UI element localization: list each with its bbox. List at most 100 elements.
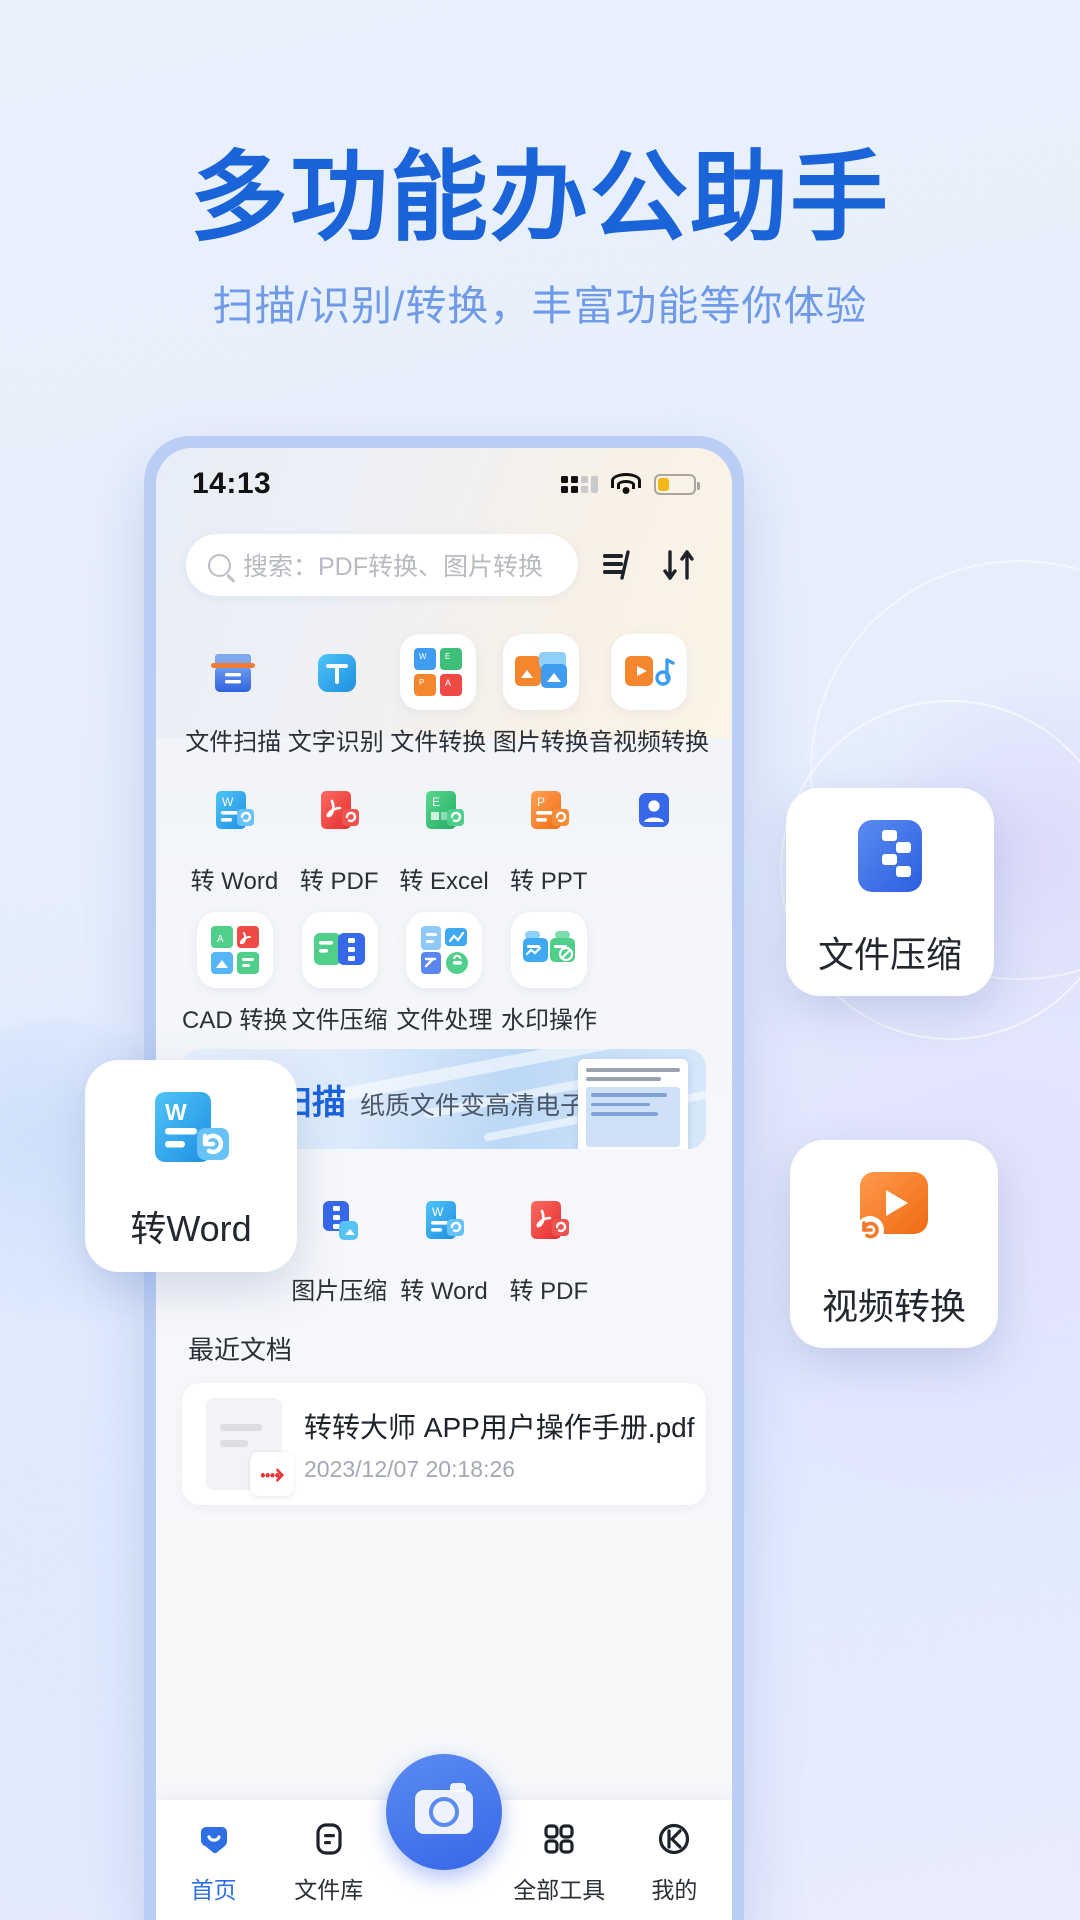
tools-row-2: W 转 Word 转 PDF E 转 Excel P 转 PPT [182,757,706,896]
svg-text:P: P [419,678,424,687]
tool-label: 图片压缩 [291,1278,388,1305]
search-row: 搜索：PDF转换、图片转换 [156,520,732,596]
tool-label: 转 PPT [510,868,588,895]
recent-document-item[interactable]: ⤑ 转转大师 APP用户操作手册.pdf 2023/12/07 20:18:26 [182,1383,706,1505]
tool-to-pdf[interactable]: 转 PDF [287,757,392,896]
svg-text:E: E [445,652,450,661]
camera-scan-button[interactable] [386,1754,502,1870]
document-list-icon[interactable] [594,542,640,588]
file-convert-icon: W E P A [400,634,477,710]
svg-text:W: W [432,1205,444,1219]
document-thumbnail: ⤑ [206,1398,294,1496]
callout-label: 文件压缩 [817,934,962,975]
home-icon [200,1827,227,1854]
nav-label: 我的 [651,1877,698,1903]
recent-section-title: 最近文档 [188,1335,293,1365]
cad-convert-icon: A [196,912,273,988]
tools-row-3: A CAD 转换 文件压缩 文件处理 水印操作 [182,896,706,1035]
tool-to-ppt[interactable]: P 转 PPT [496,757,601,896]
file-process-icon [406,912,483,988]
tools-grid: 文件扫描 文字识别 W E P A 文件转换 图片转换 音视频转换 W 转 Wo… [156,596,732,1035]
wifi-icon [611,473,641,495]
tool-label: 转 Word [400,1278,488,1305]
document-meta: 转转大师 APP用户操作手册.pdf 2023/12/07 20:18:26 [304,1406,695,1483]
tool-file-convert[interactable]: W E P A 文件转换 [387,618,490,757]
tool-label: 文件转换 [390,729,487,756]
sort-icon[interactable] [656,542,702,588]
nav-item-home[interactable]: 首页 [156,1818,271,1905]
promo-headline: 多功能办公助手 [189,142,890,252]
image-convert-icon [502,634,579,710]
tool-label: 转 Word [190,868,279,895]
tool-text-recognition[interactable]: 文字识别 [285,618,388,757]
to-pdf-icon [301,773,377,849]
document-name: 转转大师 APP用户操作手册.pdf [304,1411,695,1443]
tool-media-convert[interactable]: 音视频转换 [589,618,709,757]
tool-cad-convert[interactable]: A CAD 转换 [182,896,287,1035]
pdf-file-icon: ⤑ [250,1452,294,1496]
tool-label: 转 PDF [509,1278,589,1305]
tool2-video-convert[interactable] [601,1167,706,1306]
tool-file-scan[interactable]: 文件扫描 [182,618,285,757]
tool-file-compress[interactable]: 文件压缩 [287,896,392,1035]
to-pdf-icon [511,1183,587,1259]
tool-label: 文件扫描 [185,729,282,756]
tool-label: 音视频转换 [589,729,709,756]
tool-to-word[interactable]: W 转 Word [182,757,287,896]
video-convert-icon [844,1158,944,1258]
callout-file-compress[interactable]: 文件压缩 [786,788,994,996]
tool-placeholder [601,896,706,1035]
nav-item-profile[interactable]: 我的 [617,1818,732,1905]
tool-id-photo[interactable] [601,757,706,896]
callout-video-convert[interactable]: 视频转换 [790,1140,998,1348]
tool-label: 文件压缩 [291,1007,388,1034]
tool2-to-word[interactable]: W 转 Word [392,1167,497,1306]
svg-text:A: A [445,678,451,688]
tool-label: 文字识别 [287,729,384,756]
nav-item-all-tools[interactable]: 全部工具 [502,1818,617,1905]
tool-to-excel[interactable]: E 转 Excel [392,757,497,896]
tool-label: 文件处理 [396,1007,493,1034]
tool-label: CAD 转换 [182,1007,288,1034]
callout-label: 视频转换 [821,1286,966,1327]
document-timestamp: 2023/12/07 20:18:26 [304,1455,516,1482]
profile-icon [659,1823,690,1855]
media-convert-icon [611,634,687,710]
search-input[interactable]: 搜索：PDF转换、图片转换 [186,534,578,596]
status-icons [561,473,700,495]
nav-label: 首页 [190,1877,237,1903]
to-word-icon: W [141,1080,241,1180]
camera-icon [415,1783,473,1834]
to-word-icon: W [406,1183,482,1259]
tool-label: 水印操作 [500,1007,597,1034]
to-word-icon: W [196,773,272,849]
callout-to-word[interactable]: W 转Word [85,1060,297,1272]
promo-text-block: 多功能办公助手 扫描/识别/转换，丰富功能等你体验 [0,148,1080,332]
svg-text:W: W [419,652,427,661]
tool-image-compress[interactable]: 图片压缩 [287,1167,392,1306]
tool-image-convert[interactable]: 图片转换 [490,618,593,757]
battery-low-icon [654,473,700,495]
status-bar: 14:13 [156,448,732,520]
nav-item-file-library[interactable]: 文件库 [271,1818,386,1905]
search-placeholder: 搜索：PDF转换、图片转换 [243,553,544,581]
tool-watermark[interactable]: 水印操作 [497,896,602,1035]
svg-text:P: P [537,795,545,809]
grid-tools-icon [544,1824,574,1854]
svg-text:W: W [165,1099,187,1125]
image-compress-icon [301,1183,377,1259]
video-convert-icon [616,1183,692,1259]
nav-label: 文件库 [294,1877,364,1903]
file-compress-icon [301,912,378,988]
text-recognition-icon [298,634,374,710]
watermark-icon [510,912,587,988]
search-icon [208,553,231,577]
id-photo-icon [616,773,692,849]
tool-label: 图片转换 [492,729,589,756]
to-excel-icon: E [406,773,482,849]
tool-label: 转 PDF [299,868,379,895]
tool2-to-pdf[interactable]: 转 PDF [496,1167,601,1306]
bottom-navbar: 首页 文件库 全部工具 我的 [156,1754,732,1920]
banner-preview-card [578,1059,688,1149]
tool-file-process[interactable]: 文件处理 [392,896,497,1035]
